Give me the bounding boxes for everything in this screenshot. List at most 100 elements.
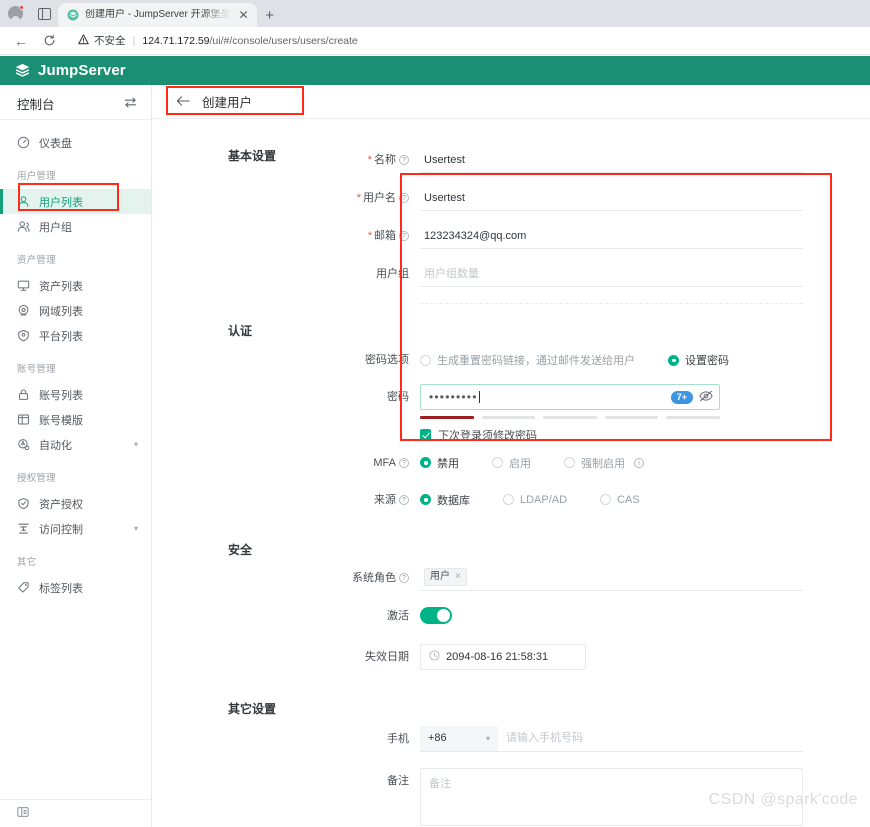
sidebar-item-9[interactable]: 账号列表 [0, 382, 151, 407]
radio-mfa-2[interactable]: 强制启用 i [564, 455, 644, 471]
radio-source-1[interactable]: LDAP/AD [503, 494, 567, 506]
radio-source-2[interactable]: CAS [600, 494, 640, 506]
radio-password-option-0[interactable]: 生成重置密码链接，通过邮件发送给用户 [420, 352, 635, 368]
tab-close-icon[interactable]: ✕ [237, 8, 251, 22]
phone-country-code-select[interactable]: +86 ▾ [420, 725, 498, 752]
help-icon-mfa[interactable]: ? [399, 457, 409, 468]
expiry-date-input[interactable]: 2094-08-16 21:58:31 [420, 643, 586, 670]
sidebar-item-0[interactable]: 仪表盘 [0, 130, 151, 155]
field-row-expiry: 失效日期 2094-08-16 21:58:31 [152, 643, 870, 676]
back-to-list-button[interactable]: 创建用户 [176, 92, 252, 111]
help-icon-name[interactable]: ? [399, 155, 409, 165]
radio-mfa-0[interactable]: 禁用 [420, 455, 459, 471]
lock-icon [17, 388, 30, 401]
label-password-text: 密码 [387, 391, 409, 403]
must-change-password-checkbox[interactable] [420, 429, 431, 440]
password-input-wrapper[interactable]: ••••••••• 7+ [420, 384, 720, 410]
help-icon-email[interactable]: ? [399, 231, 409, 241]
email-input[interactable] [420, 223, 803, 249]
sidebar-item-label: 标签列表 [39, 582, 83, 595]
profile-notification-dot-icon [19, 5, 24, 10]
sidebar-item-6[interactable]: 网域列表 [0, 298, 151, 323]
network-domain-icon [17, 304, 30, 317]
eye-off-icon[interactable] [699, 390, 713, 404]
browser-tab-strip: 创建用户 - JumpServer 开源堡垒 ✕ + [0, 0, 870, 27]
sidebar-item-2[interactable]: 用户列表 [0, 189, 151, 214]
system-role-tag: 用户 × [424, 568, 467, 586]
help-icon-username[interactable]: ? [399, 193, 409, 203]
label-active-text: 激活 [387, 609, 409, 622]
radio-label: 生成重置密码链接，通过邮件发送给用户 [437, 355, 635, 367]
mfa-radio-group: 禁用 启用 强制启用 i [420, 450, 870, 476]
sidebar-item-5[interactable]: 资产列表 [0, 273, 151, 298]
sidebar-item-16[interactable]: 标签列表 [0, 575, 151, 600]
radio-label: 禁用 [437, 457, 459, 470]
page-content: 基本设置 *名称? *用户名? [152, 119, 870, 827]
must-change-password-checkbox-row[interactable]: 下次登录须修改密码 [420, 427, 870, 443]
remove-tag-icon[interactable]: × [455, 570, 461, 584]
field-expiry: 2094-08-16 21:58:31 [420, 643, 870, 670]
user-group-input[interactable] [420, 261, 803, 287]
password-masked-value: ••••••••• [429, 390, 478, 404]
help-icon-system-role[interactable]: ? [399, 572, 409, 583]
system-role-select[interactable]: 用户 × [420, 565, 803, 591]
browser-reload-icon[interactable] [36, 28, 62, 54]
server-icon [17, 279, 30, 292]
sidebar-item-label: 平台列表 [39, 330, 83, 343]
omnibox-url: 124.71.172.59/ui/#/console/users/users/c… [142, 35, 357, 47]
chevron-down-icon[interactable]: ▾ [134, 524, 138, 533]
sidebar-item-label: 仪表盘 [39, 137, 72, 150]
section-auth-body: 密码选项 生成重置密码链接，通过邮件发送给用户 设置密码 密码 ••••••••… [152, 322, 870, 519]
label-expiry: 失效日期 [152, 644, 420, 670]
help-icon-source[interactable]: ? [399, 494, 409, 505]
sidebar-item-13[interactable]: 资产授权 [0, 491, 151, 516]
radio-dot-icon [492, 457, 503, 468]
radio-source-0[interactable]: 数据库 [420, 492, 470, 508]
browser-tab[interactable]: 创建用户 - JumpServer 开源堡垒 ✕ [58, 3, 257, 27]
field-row-user-group: 用户组 [152, 261, 870, 293]
radio-mfa-1[interactable]: 启用 [492, 455, 531, 471]
sidebar-item-11[interactable]: 自动化 ▾ [0, 432, 151, 457]
name-input[interactable] [420, 147, 803, 173]
username-input[interactable] [420, 185, 803, 211]
sidebar-item-10[interactable]: 账号模版 [0, 407, 151, 432]
label-comment: 备注 [152, 768, 420, 794]
label-password-option-text: 密码选项 [365, 354, 409, 366]
field-system-role: 用户 × [420, 565, 870, 591]
app-topbar: JumpServer [0, 56, 870, 85]
page-title: 创建用户 [202, 96, 253, 110]
radio-dot-icon [420, 354, 431, 366]
sidebar-item-3[interactable]: 用户组 [0, 214, 151, 239]
omnibox-separator: | [132, 34, 136, 47]
radio-dot-icon [420, 494, 431, 505]
omnibox[interactable]: 不安全 | 124.71.172.59/ui/#/console/users/u… [68, 30, 862, 52]
browser-back-icon[interactable]: ← [8, 28, 34, 54]
section-basic-settings: 基本设置 *名称? *用户名? [152, 119, 870, 304]
swap-arrows-icon[interactable] [124, 96, 137, 111]
tab-search-button[interactable] [30, 0, 58, 27]
dashboard-icon [17, 136, 30, 149]
active-toggle[interactable] [420, 606, 452, 624]
sidebar-item-14[interactable]: 访问控制 ▾ [0, 516, 151, 541]
section-other-title: 其它设置 [228, 701, 277, 716]
watermark-text: CSDN @spark'code [708, 791, 858, 808]
radio-password-option-1[interactable]: 设置密码 [668, 352, 729, 368]
not-secure-warning-icon [78, 33, 89, 48]
chevron-down-icon[interactable]: ▾ [134, 440, 138, 449]
label-user-group-text: 用户组 [376, 268, 409, 280]
help-icon-mfa-force[interactable]: i [634, 457, 644, 468]
back-arrow-icon[interactable] [176, 95, 190, 109]
phone-number-input[interactable] [498, 725, 803, 752]
collapse-sidebar-icon[interactable] [17, 806, 29, 821]
sidebar-item-7[interactable]: 平台列表 [0, 323, 151, 348]
shield-check-icon [17, 497, 30, 510]
new-tab-button[interactable]: + [257, 3, 283, 27]
expiry-date-value: 2094-08-16 21:58:31 [446, 650, 549, 663]
password-input[interactable]: ••••••••• [429, 385, 665, 409]
field-username [420, 185, 870, 211]
sidebar-header-title: 控制台 [17, 98, 55, 112]
tab-search-icon [37, 7, 51, 20]
profile-button[interactable] [0, 0, 30, 27]
section-security: 安全 系统角色? 用户 × 激活 失效日期 2094-08-16 21:58:3… [152, 519, 870, 676]
label-active: 激活 [152, 603, 420, 629]
